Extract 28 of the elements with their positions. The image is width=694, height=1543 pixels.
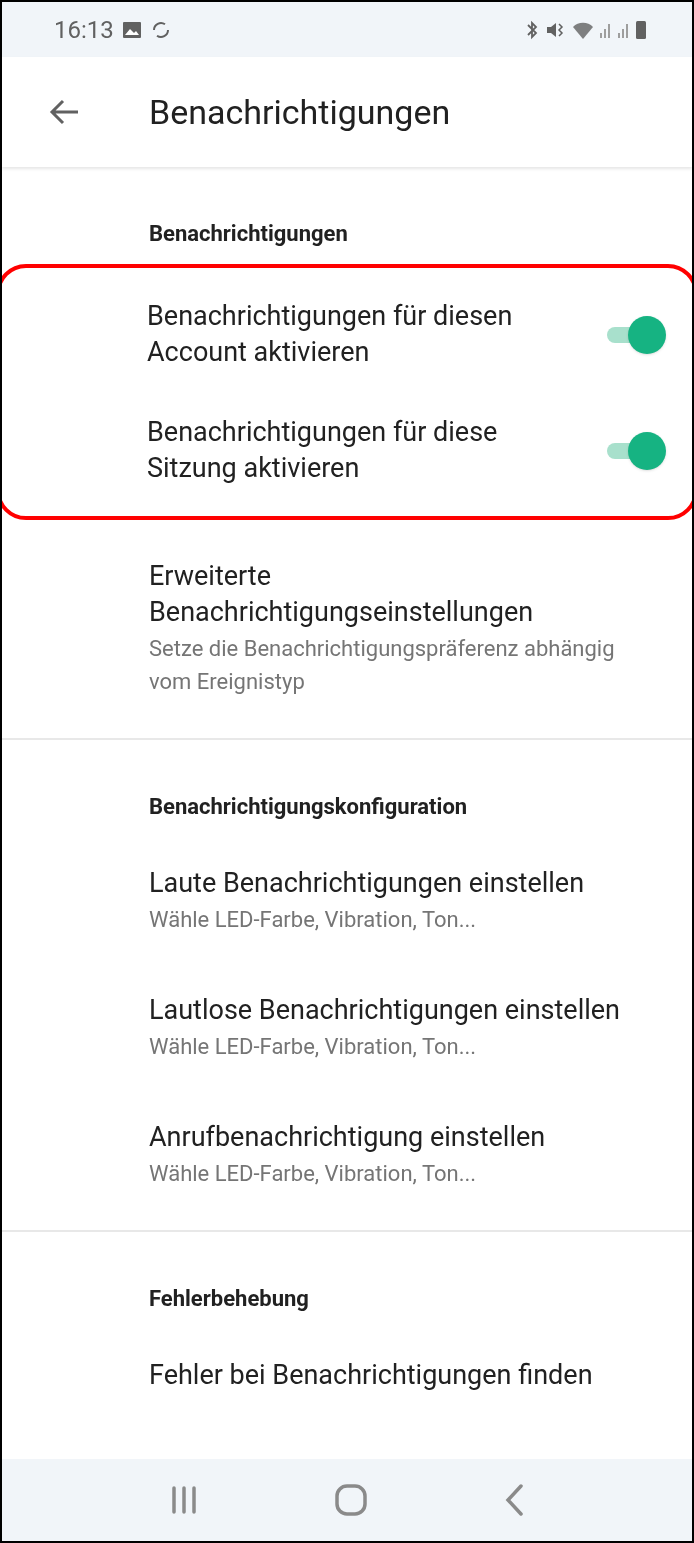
home-button[interactable]	[334, 1483, 368, 1517]
setting-title: Lautlose Benachrichtigungen einstellen	[149, 993, 621, 1028]
setting-subtitle: Wähle LED-Farbe, Vibration, Ton...	[149, 906, 478, 934]
recent-apps-button[interactable]	[170, 1485, 198, 1515]
setting-title: Anrufbenachrichtigung einstellen	[149, 1120, 547, 1155]
signal-icon	[600, 21, 612, 38]
setting-subtitle: Wähle LED-Farbe, Vibration, Ton...	[149, 1033, 478, 1061]
settings-item[interactable]: Laute Benachrichtigungen einstellen Wähle LED-Farbe, Vibration, Ton...	[2, 837, 692, 964]
section-header: Benachrichtigungskonfiguration	[148, 793, 469, 821]
settings-item[interactable]: Erweiterte Benachrichtigungseinstellungen Setze die Benachrichtigungspräferenz abhängig vom Ereignistyp	[2, 530, 692, 726]
setting-title: Laute Benachrichtigungen einstellen	[149, 866, 586, 901]
setting-subtitle: Wähle LED-Farbe, Vibration, Ton...	[149, 1160, 478, 1188]
setting-title: Fehler bei Benachrichtigungen finden	[149, 1358, 594, 1393]
setting-label: Benachrichtigungen für diesen Account aktivieren	[147, 299, 514, 370]
status-time: 16:13	[54, 14, 114, 46]
settings-item[interactable]: Anrufbenachrichtigung einstellen Wähle LED-Farbe, Vibration, Ton...	[2, 1091, 692, 1218]
section-header: Benachrichtigungen	[148, 220, 349, 248]
settings-item[interactable]: Fehler bei Benachrichtigungen finden	[2, 1329, 692, 1421]
screen-title: Benachrichtigungen	[149, 90, 451, 134]
section-header: Fehlerbehebung	[148, 1285, 310, 1313]
setting-title: Erweiterte Benachrichtigungseinstellungen	[149, 559, 535, 630]
setting-subtitle: Setze die Benachrichtigungspräferenz abhängig vom Ereignistyp	[149, 635, 616, 696]
settings-item[interactable]: Lautlose Benachrichtigungen einstellen Wähle LED-Farbe, Vibration, Ton...	[2, 964, 692, 1091]
back-nav-button[interactable]	[504, 1483, 524, 1517]
battery-icon	[636, 20, 646, 39]
image-icon	[121, 20, 142, 39]
setting-label: Benachrichtigungen für diese Sitzung aktivieren	[147, 415, 499, 486]
signal-icon	[618, 21, 630, 38]
